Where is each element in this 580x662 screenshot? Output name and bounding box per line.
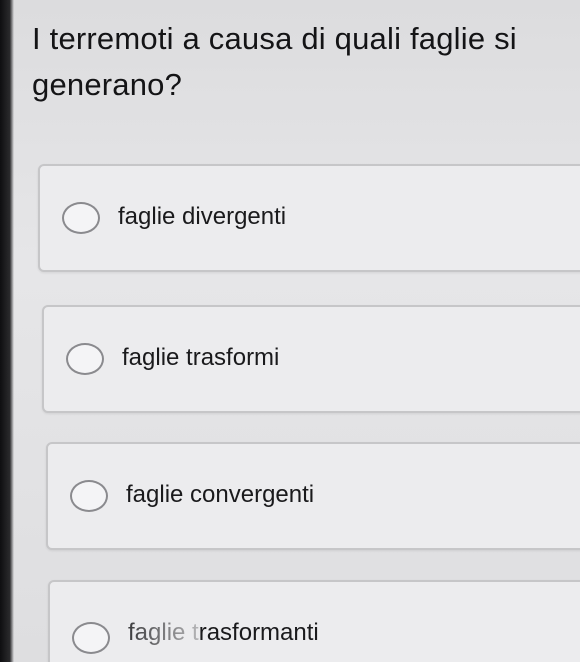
radio-button[interactable] (72, 622, 110, 654)
quiz-screen: I terremoti a causa di quali faglie si g… (0, 0, 580, 662)
radio-button[interactable] (62, 202, 100, 234)
answer-option-faglie-divergenti[interactable]: faglie divergenti (38, 164, 580, 272)
answer-option-faglie-convergenti[interactable]: faglie convergenti (46, 442, 580, 550)
answer-option-faglie-trasformi[interactable]: faglie trasformi (42, 305, 580, 413)
radio-button[interactable] (66, 343, 104, 375)
answer-label: faglie divergenti (118, 203, 287, 230)
answer-label: faglie trasformi (122, 344, 280, 371)
answer-options: faglie divergenti faglie trasformi fagli… (0, 0, 580, 662)
radio-button[interactable] (70, 480, 108, 512)
answer-option-faglie-trasformanti[interactable]: faglie trasformanti (48, 580, 580, 662)
answer-label: faglie trasformanti (128, 619, 319, 646)
answer-label: faglie convergenti (126, 481, 315, 508)
